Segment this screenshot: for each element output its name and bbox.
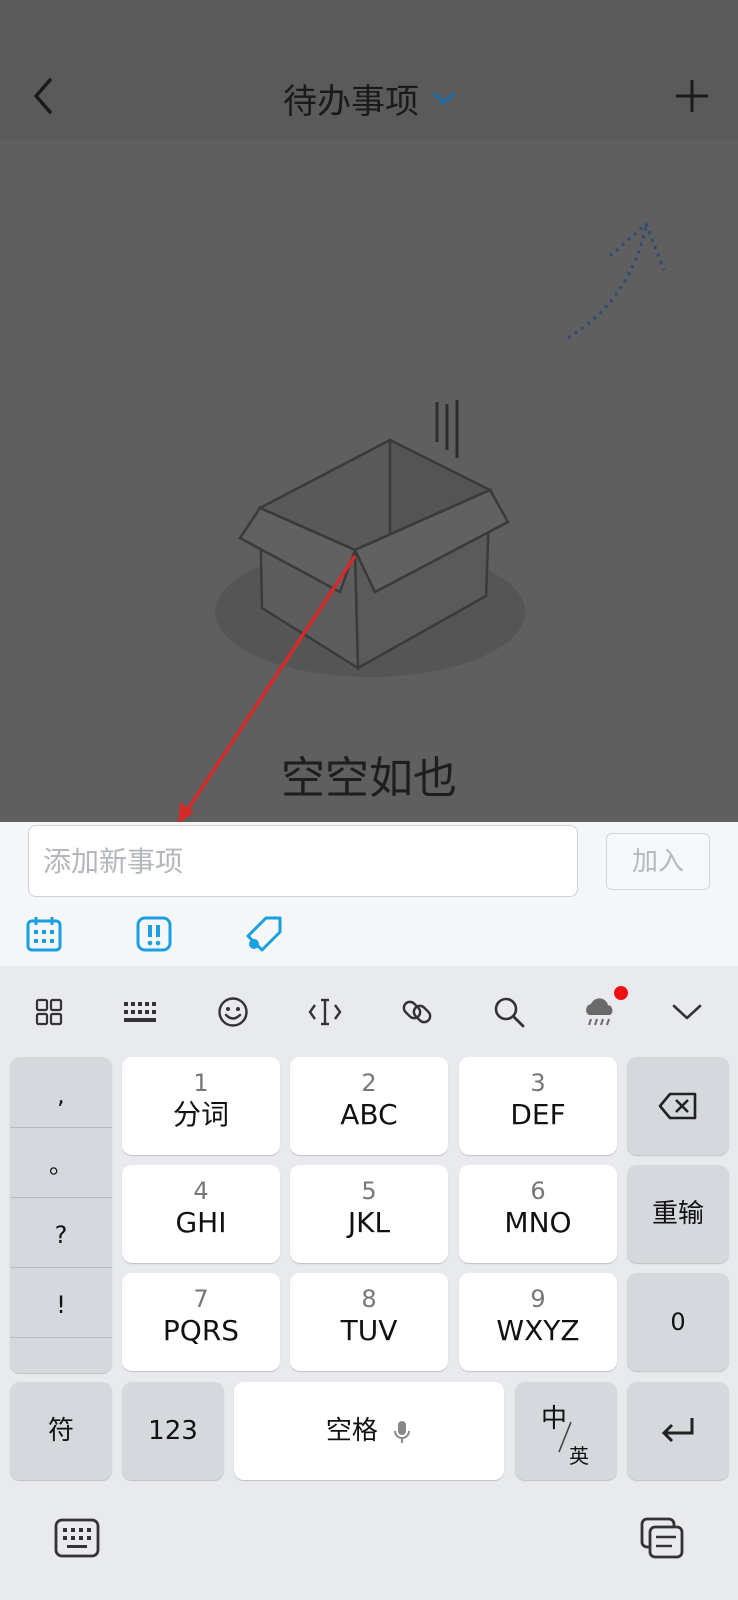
language-switch-key[interactable]: 中 英 (515, 1382, 617, 1480)
key-6[interactable]: 6 MNO (459, 1165, 617, 1263)
space-label: 空格 (325, 1416, 378, 1446)
punct-divider (10, 1127, 112, 1128)
grid-icon[interactable] (29, 992, 69, 1032)
key-2[interactable]: 2 ABC (290, 1057, 448, 1155)
page-title-text: 待办事项 (283, 82, 419, 122)
search-icon[interactable] (489, 992, 529, 1032)
keyboard-layout-icon[interactable] (120, 992, 160, 1032)
punct-divider (10, 1197, 112, 1198)
notification-dot (614, 986, 628, 1000)
backspace-key[interactable] (627, 1057, 729, 1155)
punct-period[interactable]: 。 (10, 1130, 112, 1200)
lang-sub: 英 (569, 1444, 589, 1468)
hint-arrow-icon (567, 221, 666, 340)
space-key[interactable]: 空格 (234, 1382, 504, 1480)
tag-icon[interactable] (244, 914, 284, 954)
punct-divider (10, 1337, 112, 1338)
punctuation-column[interactable]: , 。 ? ! (10, 1057, 112, 1373)
enter-key[interactable] (627, 1382, 729, 1480)
chevron-down-icon (433, 92, 455, 104)
priority-icon[interactable] (134, 914, 174, 954)
symbols-key[interactable]: 符 (10, 1382, 112, 1480)
empty-state-text: 空空如也 (281, 753, 457, 804)
cursor-icon[interactable] (305, 992, 345, 1032)
calendar-icon[interactable] (24, 914, 64, 954)
key-4[interactable]: 4 GHI (122, 1165, 280, 1263)
punct-question[interactable]: ? (10, 1200, 112, 1270)
keyboard-switch-icon[interactable] (53, 1516, 101, 1560)
new-item-input[interactable] (28, 825, 578, 897)
reinput-key[interactable]: 重输 (627, 1165, 729, 1263)
zero-key[interactable]: 0 (627, 1273, 729, 1371)
weather-icon[interactable] (579, 992, 619, 1032)
enter-icon (661, 1418, 694, 1443)
microphone-icon (394, 1420, 411, 1443)
punct-exclamation[interactable]: ! (10, 1270, 112, 1340)
key-3[interactable]: 3 DEF (459, 1057, 617, 1155)
punct-divider (10, 1267, 112, 1268)
backspace-icon (658, 1092, 697, 1120)
add-icon[interactable] (674, 78, 710, 114)
key-9[interactable]: 9 WXYZ (459, 1273, 617, 1371)
add-button[interactable]: 加入 (606, 833, 710, 890)
key-1[interactable]: 1 分词 (122, 1057, 280, 1155)
collapse-icon[interactable] (667, 992, 707, 1032)
key-8[interactable]: 8 TUV (290, 1273, 448, 1371)
annotation-arrow-icon (178, 555, 357, 824)
key-5[interactable]: 5 JKL (290, 1165, 448, 1263)
link-icon[interactable] (397, 992, 437, 1032)
key-7[interactable]: 7 PQRS (122, 1273, 280, 1371)
punct-comma[interactable]: , (10, 1060, 112, 1130)
numbers-key[interactable]: 123 (122, 1382, 224, 1480)
clipboard-icon[interactable] (638, 1516, 686, 1560)
page-title[interactable]: 待办事项 (0, 74, 738, 123)
emoji-icon[interactable] (213, 992, 253, 1032)
